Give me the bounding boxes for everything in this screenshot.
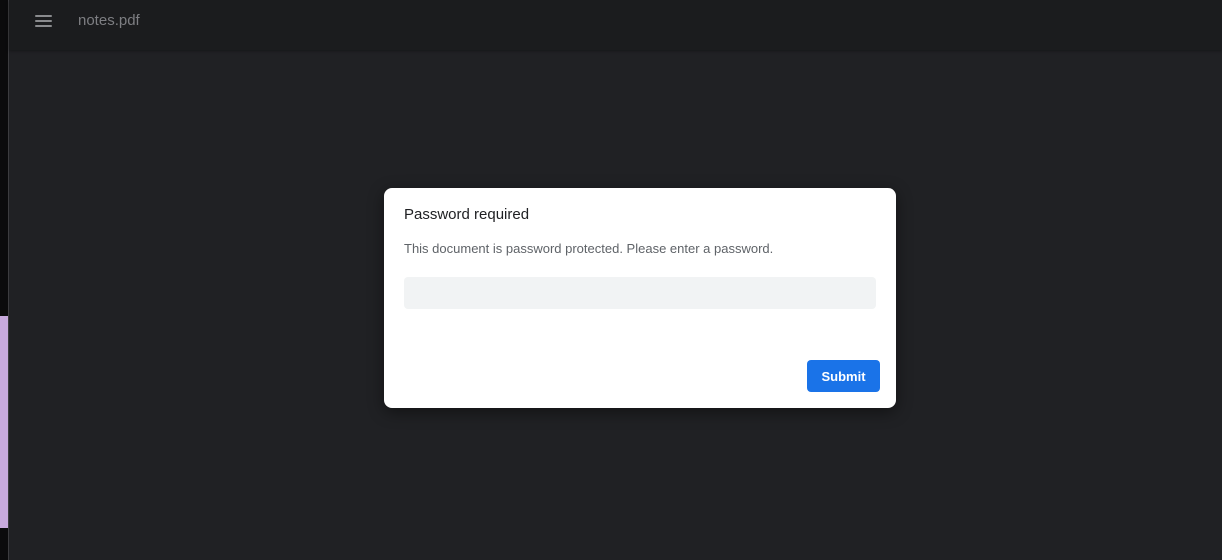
dialog-message: This document is password protected. Ple…: [404, 241, 774, 256]
password-dialog: Password required This document is passw…: [384, 188, 896, 408]
viewer-toolbar: notes.pdf: [9, 0, 1222, 50]
submit-button[interactable]: Submit: [807, 360, 880, 392]
hamburger-menu-icon[interactable]: [32, 9, 56, 33]
document-title: notes.pdf: [78, 12, 140, 29]
dialog-title: Password required: [404, 206, 530, 223]
pdf-viewer: notes.pdf Password required This documen…: [9, 0, 1222, 560]
password-input[interactable]: [404, 277, 876, 309]
desktop-edge: [0, 0, 9, 560]
